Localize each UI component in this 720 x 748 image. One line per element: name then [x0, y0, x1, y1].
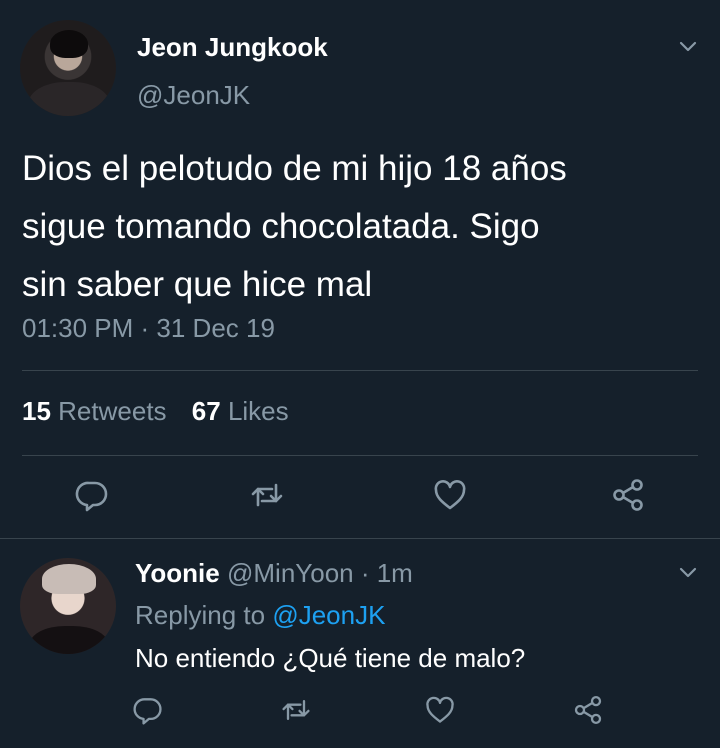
author-handle[interactable]: @JeonJK: [137, 80, 250, 111]
share-icon[interactable]: [610, 477, 646, 513]
tweet-timestamp[interactable]: 01:30 PM · 31 Dec 19: [22, 313, 275, 344]
like-icon[interactable]: [432, 477, 468, 513]
like-icon[interactable]: [424, 694, 456, 726]
retweets-label: Retweets: [58, 396, 167, 426]
reply-time: · 1m: [360, 558, 413, 588]
likes-label: Likes: [227, 396, 289, 426]
main-tweet: Jeon Jungkook @JeonJK Dios el pelotudo d…: [0, 0, 720, 538]
likes-count: 67: [191, 396, 221, 426]
divider: [22, 370, 698, 371]
reply-icon[interactable]: [132, 694, 164, 726]
retweets-count: 15: [22, 396, 51, 426]
replying-to: Replying to @JeonJK: [135, 600, 385, 631]
chevron-down-icon[interactable]: [676, 560, 700, 584]
likes-stat[interactable]: 67 Likes: [192, 396, 289, 426]
author-name[interactable]: Jeon Jungkook: [137, 32, 328, 63]
retweets-stat[interactable]: 15 Retweets: [22, 396, 167, 426]
reply-author-handle[interactable]: @MinYoon: [227, 558, 354, 588]
tweet-text: Dios el pelotudo de mi hijo 18 años sigu…: [22, 149, 567, 304]
chevron-down-icon[interactable]: [676, 34, 700, 58]
reply-icon[interactable]: [74, 477, 110, 513]
divider: [22, 455, 698, 456]
replying-prefix: Replying to: [135, 600, 266, 630]
tweet-stats: 15 Retweets 67 Likes: [22, 396, 307, 427]
reply-author-name[interactable]: Yoonie: [135, 558, 220, 588]
avatar-hair: [42, 564, 96, 594]
retweet-icon[interactable]: [249, 477, 285, 513]
avatar-shoulders: [28, 82, 110, 116]
reply-avatar[interactable]: [20, 558, 116, 654]
tweet-detail-page: Jeon Jungkook @JeonJK Dios el pelotudo d…: [0, 0, 720, 748]
share-icon[interactable]: [572, 694, 604, 726]
avatar-shoulders: [30, 626, 108, 654]
reply-text: No entiendo ¿Qué tiene de malo?: [135, 643, 526, 673]
avatar[interactable]: [20, 20, 116, 116]
tweet-separator: [0, 538, 720, 539]
replying-mention[interactable]: @JeonJK: [272, 600, 385, 630]
reply-header: Yoonie @MinYoon · 1m: [135, 558, 413, 589]
retweet-icon[interactable]: [280, 694, 312, 726]
avatar-hair: [50, 30, 88, 58]
